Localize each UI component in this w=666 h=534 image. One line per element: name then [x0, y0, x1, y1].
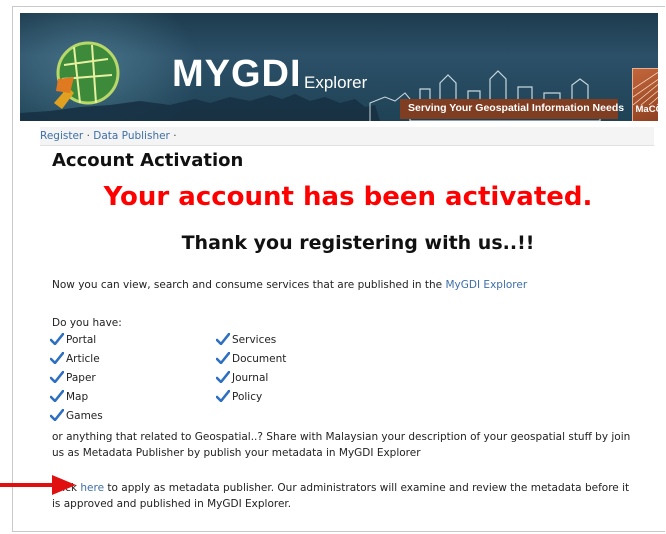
- checklist-item: Document: [215, 351, 287, 365]
- page-title: Account Activation: [52, 150, 244, 171]
- intro-paragraph: Now you can view, search and consume ser…: [52, 279, 527, 291]
- checkmark-icon: [215, 351, 231, 365]
- header-banner: MYGDI Explorer Serving Your Geospatial I…: [20, 13, 658, 121]
- checkmark-icon: [49, 408, 65, 422]
- mygdi-explorer-link[interactable]: MyGDI Explorer: [446, 279, 528, 291]
- checklist-item-label: Games: [66, 410, 103, 422]
- brand-subtitle: Explorer: [304, 73, 368, 92]
- brand-name: MYGDI: [172, 53, 302, 95]
- checkmark-icon: [49, 332, 65, 346]
- checkmark-icon: [215, 389, 231, 403]
- checklist-item: Journal: [215, 370, 269, 384]
- nav-separator: ·: [173, 130, 177, 142]
- checklist-item-label: Paper: [66, 372, 96, 384]
- checklist-item: Article: [49, 351, 100, 365]
- checklist-item-label: Portal: [66, 334, 97, 346]
- globe-logo-icon: [54, 41, 120, 109]
- nav-separator: ·: [86, 130, 90, 142]
- apply-paragraph-line2: is approved and published in MyGDI Explo…: [52, 498, 292, 510]
- apply-here-link[interactable]: here: [80, 482, 104, 494]
- checklist-item: Portal: [49, 332, 97, 346]
- org-logo-text: MaCGDI: [635, 104, 658, 115]
- thank-you-heading: Thank you registering with us..!!: [181, 232, 535, 254]
- checkmark-icon: [215, 332, 231, 346]
- intro-text: Now you can view, search and consume ser…: [52, 279, 443, 291]
- checkmark-icon: [215, 370, 231, 384]
- checklist-item-label: Document: [232, 353, 287, 365]
- checklist-item-label: Policy: [232, 391, 263, 403]
- activation-message: Your account has been activated.: [103, 182, 593, 212]
- checklist-item-label: Journal: [232, 372, 269, 384]
- checklist-item: Map: [49, 389, 89, 403]
- register-link[interactable]: Register: [40, 130, 83, 142]
- checklist-item: Paper: [49, 370, 96, 384]
- apply-paragraph-line1: Click here to apply as metadata publishe…: [52, 482, 629, 494]
- checklist-item-label: Map: [66, 391, 89, 403]
- checkmark-icon: [49, 351, 65, 365]
- share-text-line1: or anything that related to Geospatial..…: [52, 431, 631, 443]
- org-logo-rays-icon: [632, 71, 658, 106]
- checklist-item: Policy: [215, 389, 263, 403]
- checklist-item: Services: [215, 332, 277, 346]
- checklist-item-label: Article: [66, 353, 100, 365]
- checkmark-icon: [49, 370, 65, 384]
- apply-text: to apply as metadata publisher. Our admi…: [107, 482, 630, 494]
- share-text-line2: us as Metadata Publisher by publish your…: [52, 447, 421, 459]
- red-arrow-icon: [0, 475, 76, 495]
- do-you-have-label: Do you have:: [52, 317, 122, 329]
- checklist-item: Games: [49, 408, 103, 422]
- data-publisher-link[interactable]: Data Publisher: [93, 130, 170, 142]
- checkmark-icon: [49, 389, 65, 403]
- tagline: Serving Your Geospatial Information Need…: [408, 102, 625, 114]
- checklist-item-label: Services: [232, 334, 277, 346]
- nav-bar: Register · Data Publisher ·: [40, 127, 654, 146]
